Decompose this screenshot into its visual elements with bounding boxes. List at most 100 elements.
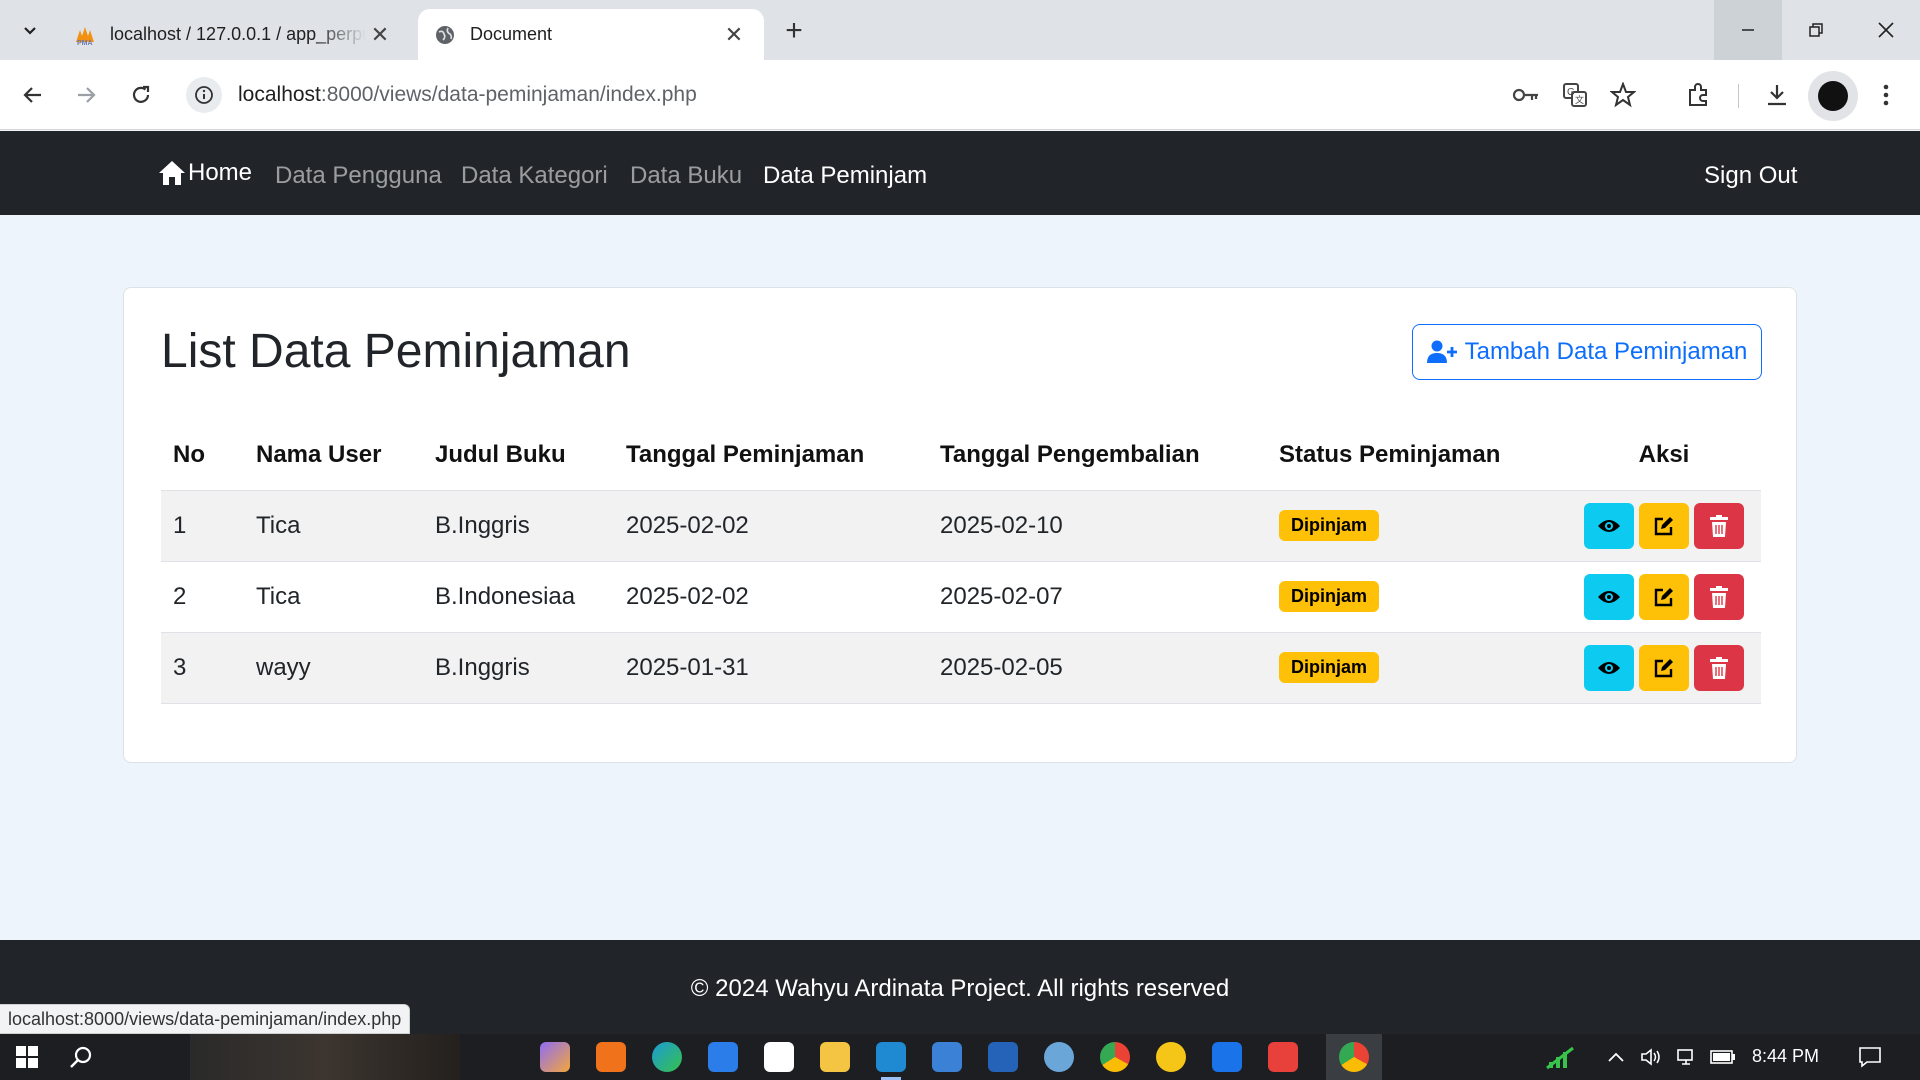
view-button[interactable] — [1584, 502, 1634, 549]
chrome-icon[interactable] — [1100, 1042, 1130, 1072]
copilot-icon[interactable] — [540, 1042, 570, 1072]
download-icon[interactable] — [1759, 77, 1795, 113]
arrow-left-icon — [23, 87, 41, 103]
edit-button[interactable] — [1639, 573, 1689, 620]
cell-nama-user: wayy — [244, 632, 423, 704]
nav-link-data-peminjam[interactable]: Data Peminjam — [763, 162, 927, 190]
minimize-button[interactable] — [1714, 0, 1782, 60]
battery-icon[interactable] — [1708, 1042, 1738, 1072]
col-header-aksi: Aksi — [1567, 420, 1761, 491]
play-store-icon[interactable] — [1212, 1042, 1242, 1072]
delete-button[interactable] — [1694, 644, 1744, 691]
cell-status: Dipinjam — [1267, 561, 1567, 633]
sublime-icon[interactable] — [708, 1042, 738, 1072]
nav-home-link[interactable]: Home — [158, 159, 252, 187]
search-icon[interactable] — [66, 1042, 96, 1072]
cell-tanggal-peminjaman: 2025-01-31 — [614, 632, 928, 704]
wps-office-icon[interactable] — [1268, 1042, 1298, 1072]
cell-aksi — [1567, 632, 1761, 704]
col-header-tanggal-pengembalian: Tanggal Pengembalian — [928, 420, 1267, 491]
close-icon — [1878, 22, 1894, 38]
photos-icon[interactable] — [932, 1042, 962, 1072]
close-window-button[interactable] — [1852, 0, 1920, 60]
chevron-down-icon — [24, 27, 36, 35]
edit-button[interactable] — [1639, 644, 1689, 691]
reload-button[interactable] — [123, 77, 159, 113]
nav-link-data-kategori[interactable]: Data Kategori — [461, 162, 608, 190]
taskbar-clock[interactable]: 8:44 PM — [1752, 1046, 1819, 1067]
file-explorer-icon[interactable] — [820, 1042, 850, 1072]
cell-tanggal-peminjaman: 2025-02-02 — [614, 490, 928, 562]
windows-start-icon[interactable] — [12, 1042, 42, 1072]
volume-icon[interactable] — [1636, 1042, 1666, 1072]
network-monitor-icon[interactable] — [1672, 1042, 1702, 1072]
delete-button[interactable] — [1694, 502, 1744, 549]
delete-button[interactable] — [1694, 573, 1744, 620]
capcut-icon[interactable] — [764, 1042, 794, 1072]
profile-avatar[interactable] — [1808, 71, 1858, 121]
xampp-icon[interactable] — [596, 1042, 626, 1072]
close-tab-icon[interactable]: ✕ — [366, 22, 394, 48]
cell-aksi — [1567, 561, 1761, 633]
add-button-label: Tambah Data Peminjaman — [1464, 338, 1748, 365]
video-editor-icon[interactable] — [988, 1042, 1018, 1072]
network-bars-icon[interactable] — [1545, 1042, 1575, 1072]
view-button[interactable] — [1584, 573, 1634, 620]
edge-icon[interactable] — [652, 1042, 682, 1072]
toolbar-divider — [1738, 84, 1739, 108]
view-button[interactable] — [1584, 644, 1634, 691]
table-header-row: No Nama User Judul Buku Tanggal Peminjam… — [161, 420, 1761, 491]
edit-button[interactable] — [1639, 502, 1689, 549]
globe-icon — [436, 25, 454, 44]
arrow-right-icon — [78, 87, 96, 103]
windows-taskbar: 8:44 PM — [0, 1034, 1920, 1080]
new-tab-button[interactable]: + — [776, 14, 812, 50]
cell-nama-user: Tica — [244, 561, 423, 633]
vscode-icon[interactable] — [876, 1042, 906, 1072]
cell-tanggal-pengembalian: 2025-02-10 — [928, 490, 1267, 562]
tab-title: Document — [470, 24, 553, 44]
nav-link-data-buku[interactable]: Data Buku — [630, 162, 742, 190]
eye-icon — [1598, 661, 1620, 674]
browser-tab-document[interactable]: Document ✕ — [418, 9, 764, 60]
chevron-up-icon[interactable] — [1601, 1042, 1631, 1072]
cell-no: 3 — [161, 632, 244, 704]
reload-icon — [132, 85, 150, 103]
eye-icon — [1598, 590, 1620, 603]
back-button[interactable] — [15, 77, 51, 113]
notification-icon[interactable] — [1855, 1042, 1885, 1072]
extensions-icon[interactable] — [1681, 77, 1717, 113]
nav-link-data-pengguna[interactable]: Data Pengguna — [275, 162, 442, 190]
status-badge: Dipinjam — [1279, 510, 1380, 541]
close-tab-icon[interactable]: ✕ — [720, 22, 748, 48]
add-peminjaman-button[interactable]: Tambah Data Peminjaman — [1412, 324, 1762, 380]
cell-judul-buku: B.Indonesiaa — [423, 561, 614, 633]
url-bar[interactable]: localhost:8000/views/data-peminjaman/ind… — [182, 71, 1512, 119]
eye-icon — [1598, 519, 1620, 532]
restore-button[interactable] — [1782, 0, 1850, 60]
site-info-icon[interactable] — [186, 77, 222, 113]
home-icon — [159, 161, 185, 185]
bird-app-icon[interactable] — [1044, 1042, 1074, 1072]
menu-kebab-icon[interactable] — [1868, 77, 1904, 113]
forward-button[interactable] — [68, 77, 104, 113]
trash-icon — [1710, 656, 1728, 679]
bookmark-star-icon[interactable] — [1605, 77, 1641, 113]
cell-nama-user: Tica — [244, 490, 423, 562]
address-toolbar: localhost:8000/views/data-peminjaman/ind… — [0, 60, 1920, 130]
footer-copyright: © 2024 Wahyu Ardinata Project. All right… — [690, 975, 1230, 1002]
password-key-icon[interactable] — [1508, 77, 1544, 113]
tab-search-button[interactable] — [14, 14, 46, 46]
translate-icon[interactable]: G文 — [1557, 77, 1593, 113]
avatar-image — [1818, 81, 1848, 111]
svg-text:PMA: PMA — [77, 40, 93, 46]
browser-tab-phpmyadmin[interactable]: PMA localhost / 127.0.0.1 / app_perpusta… — [58, 9, 410, 60]
page-title: List Data Peminjaman — [161, 325, 631, 378]
sign-out-link[interactable]: Sign Out — [1704, 162, 1797, 190]
nav-home-label: Home — [188, 159, 253, 186]
cell-judul-buku: B.Inggris — [423, 490, 614, 562]
status-badge: Dipinjam — [1279, 581, 1380, 612]
url-text: localhost:8000/views/data-peminjaman/ind… — [238, 83, 697, 106]
chrome-profile-icon[interactable] — [1339, 1042, 1369, 1072]
bandicam-icon[interactable] — [1156, 1042, 1186, 1072]
